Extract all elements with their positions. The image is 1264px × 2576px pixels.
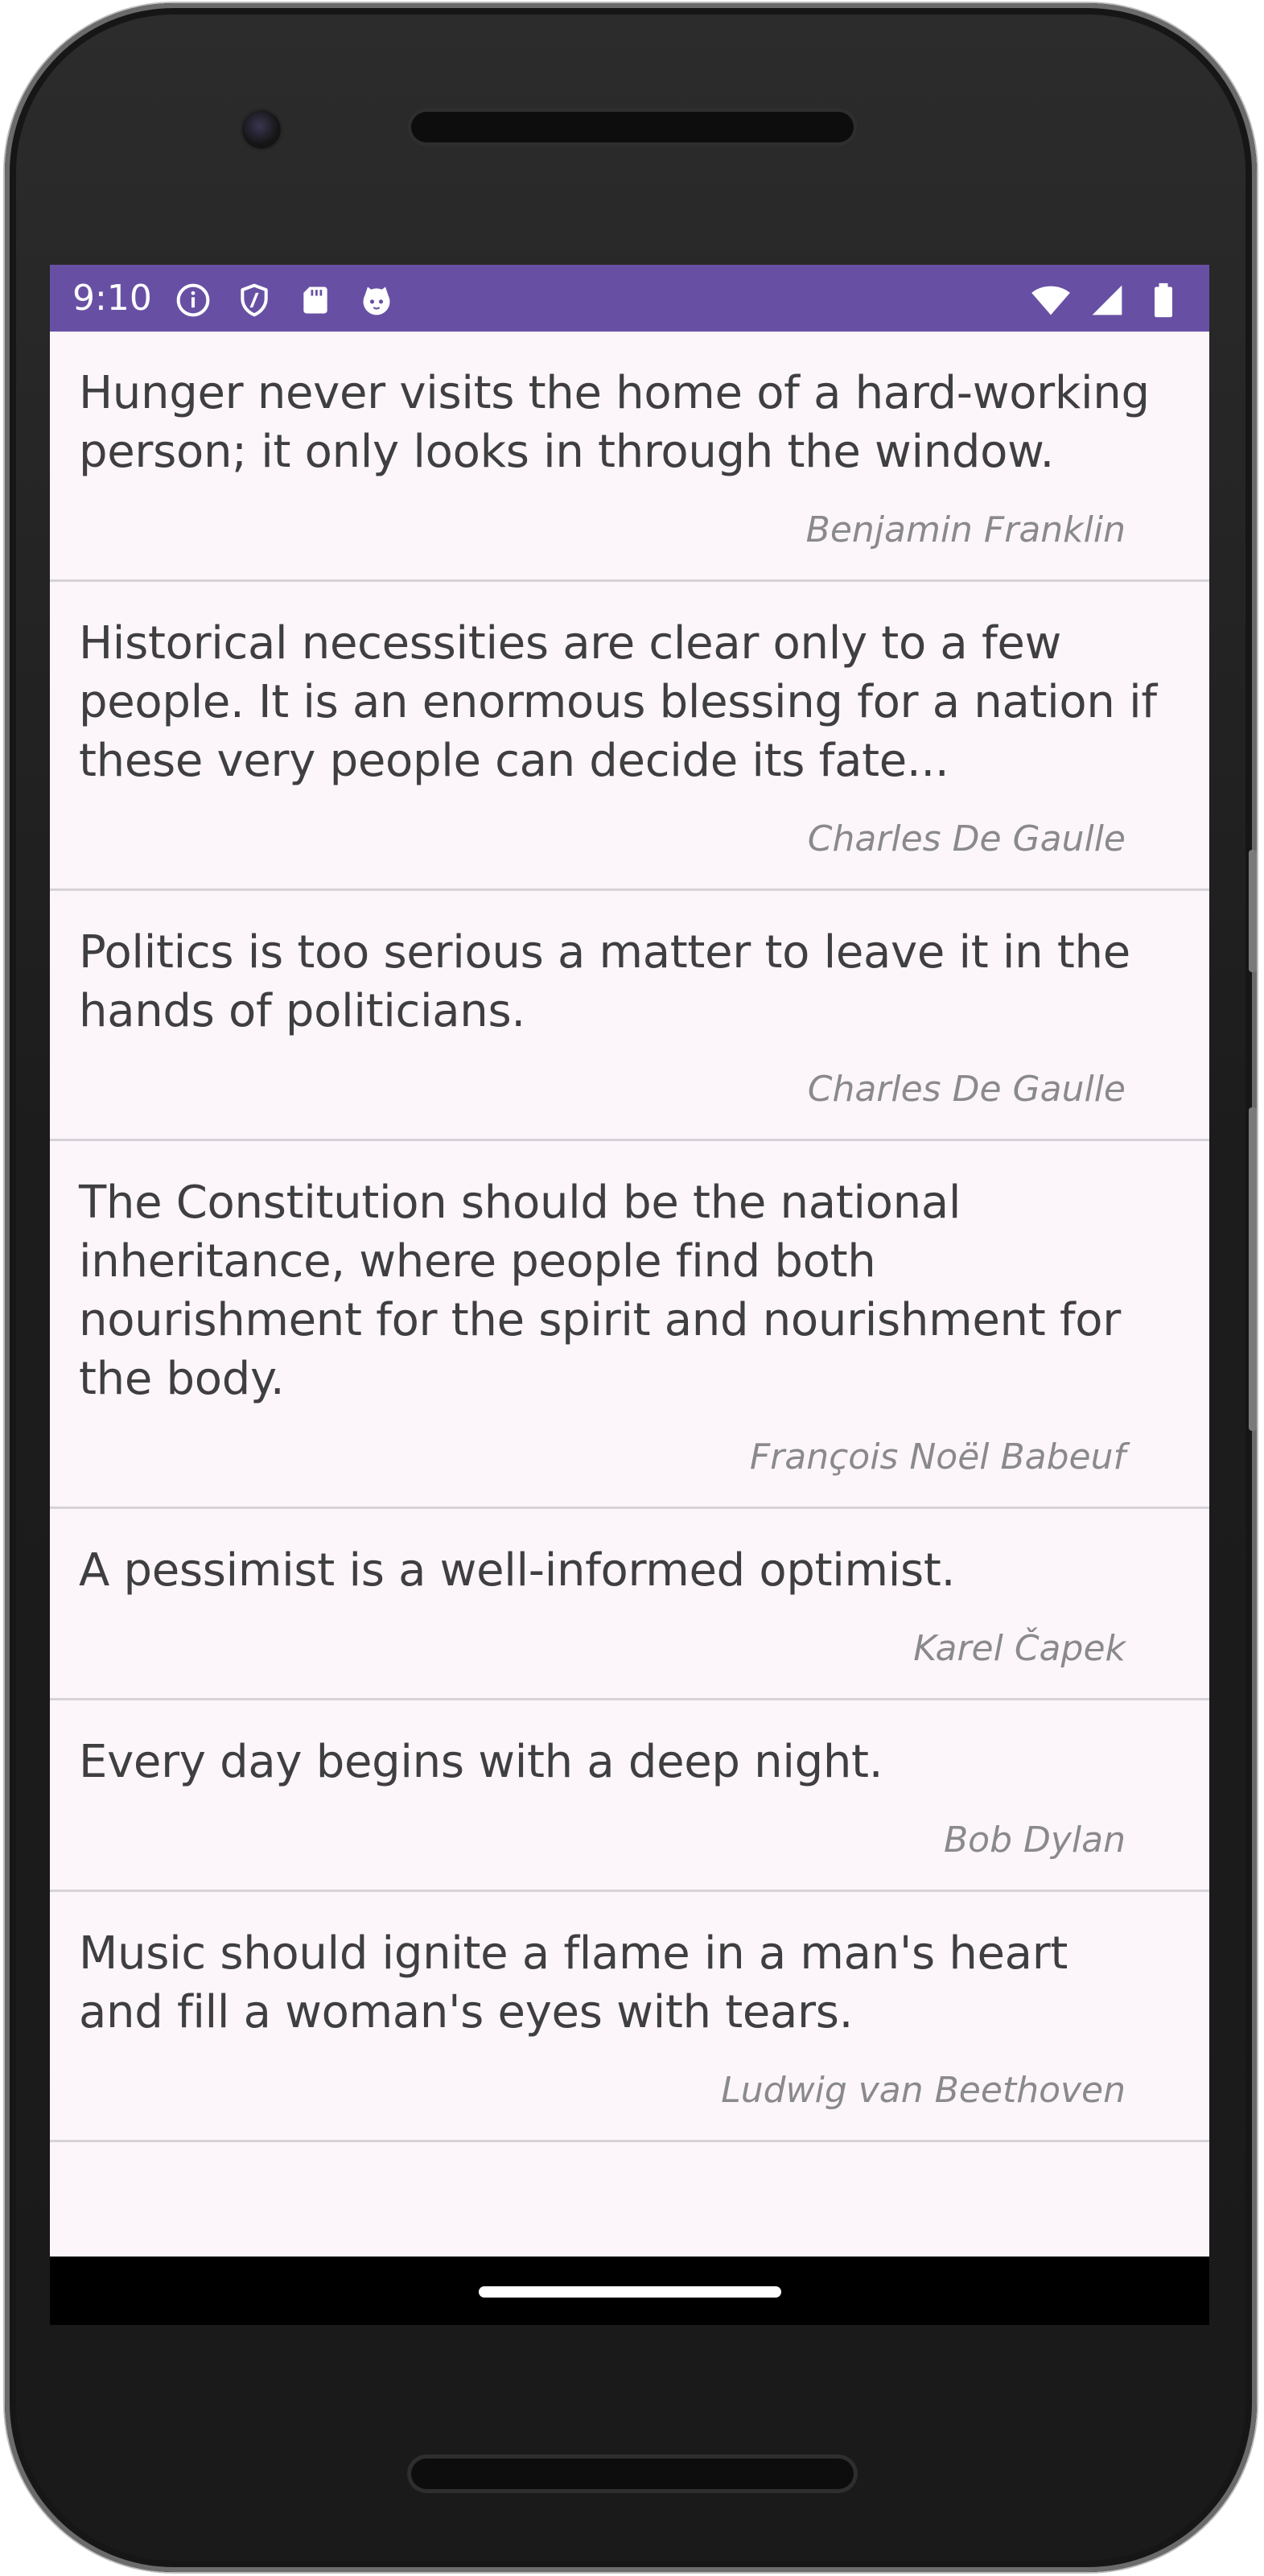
quote-text: A pessimist is a well-informed optimist. (79, 1544, 956, 1597)
quote-author: Karel Čapek (913, 1628, 1126, 1669)
status-time: 9:10 (72, 278, 152, 319)
earpiece-speaker (407, 108, 858, 146)
quote-card[interactable]: Every day begins with a deep night. Bob … (50, 1700, 1209, 1892)
battery-icon (1155, 282, 1172, 318)
quote-text: The Constitution should be the national … (79, 1177, 1121, 1405)
navigation-bar (50, 2257, 1209, 2325)
quote-author: Charles De Gaulle (807, 818, 1126, 859)
quote-card[interactable]: Historical necessities are clear only to… (50, 582, 1209, 891)
sd-card-icon (303, 286, 327, 314)
quote-text: Music should ignite a flame in a man's h… (79, 1927, 1068, 2038)
wifi-icon (1031, 286, 1070, 315)
quote-card[interactable]: A pessimist is a well-informed optimist.… (50, 1509, 1209, 1700)
quote-text: Historical necessities are clear only to… (79, 617, 1157, 787)
quote-author: Benjamin Franklin (805, 509, 1126, 550)
quote-author: Charles De Gaulle (807, 1069, 1126, 1110)
status-bar: 9:10 (50, 265, 1209, 332)
quote-card[interactable]: Music should ignite a flame in a man's h… (50, 1892, 1209, 2142)
quote-author: François Noël Babeuf (749, 1436, 1126, 1478)
quote-author: Ludwig van Beethoven (721, 2070, 1126, 2111)
quote-card[interactable]: Politics is too serious a matter to leav… (50, 891, 1209, 1141)
quote-list[interactable]: Hunger never visits the home of a hard-w… (50, 332, 1209, 2257)
shield-icon (241, 283, 268, 317)
screen: 9:10 Hunger never visits the home of a h… (50, 265, 1209, 2325)
quote-card[interactable]: Hunger never visits the home of a hard-w… (50, 332, 1209, 582)
cat-icon (363, 286, 390, 315)
quote-author: Bob Dylan (943, 1820, 1126, 1861)
quote-text: Every day begins with a deep night. (79, 1736, 883, 1788)
quote-text: Politics is too serious a matter to leav… (79, 926, 1130, 1037)
front-camera (242, 110, 281, 149)
signal-icon (1092, 285, 1122, 315)
bottom-speaker (407, 2454, 858, 2493)
quote-text: Hunger never visits the home of a hard-w… (79, 367, 1150, 478)
volume-button (1249, 1107, 1257, 1431)
quote-card[interactable]: The Constitution should be the national … (50, 1141, 1209, 1509)
home-gesture-handle[interactable] (479, 2286, 781, 2298)
info-icon (176, 283, 210, 317)
power-button (1249, 850, 1257, 972)
